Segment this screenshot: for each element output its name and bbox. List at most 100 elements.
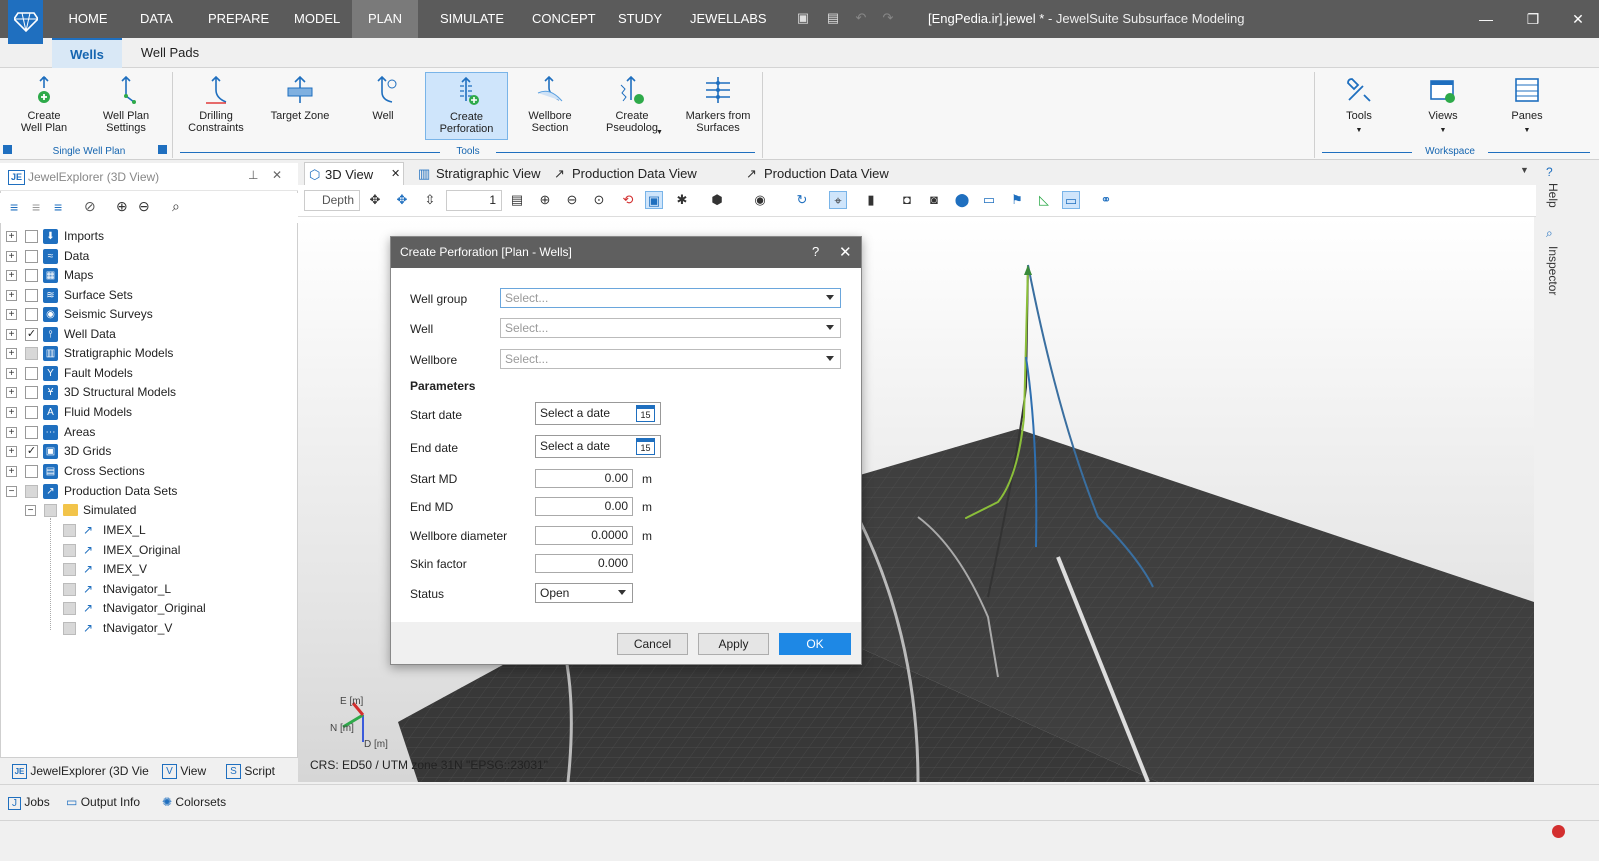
- menu-model[interactable]: MODEL: [284, 0, 344, 38]
- checkbox-partial[interactable]: [63, 602, 76, 615]
- tree-item-dataset[interactable]: ↗ tNavigator_V: [0, 619, 290, 638]
- box-icon[interactable]: ⬢: [708, 191, 726, 209]
- tree-item-3d-grids[interactable]: + ✓ ▣ 3D Grids: [0, 442, 290, 461]
- checkbox-partial[interactable]: [44, 504, 57, 517]
- expand-icon[interactable]: +: [6, 231, 17, 242]
- undo-icon[interactable]: ↶: [853, 10, 869, 26]
- save-all-icon[interactable]: ▤: [825, 10, 841, 26]
- menu-simulate[interactable]: SIMULATE: [430, 0, 510, 38]
- checkbox[interactable]: [25, 289, 38, 302]
- exaggeration-input[interactable]: 1: [446, 190, 502, 211]
- tree-item-surface-sets[interactable]: + ≋ Surface Sets: [0, 286, 290, 305]
- target-zone-button[interactable]: Target Zone: [262, 72, 338, 140]
- reset-view-icon[interactable]: ⟲: [619, 191, 637, 209]
- depth-field[interactable]: Depth: [304, 190, 360, 211]
- expand-icon[interactable]: +: [6, 368, 17, 379]
- views-button[interactable]: Views ▼: [1414, 72, 1472, 140]
- tree-item-dataset[interactable]: ↗ IMEX_Original: [0, 541, 290, 560]
- checkbox[interactable]: [25, 308, 38, 321]
- menu-concept[interactable]: CONCEPT: [522, 0, 596, 38]
- status-select[interactable]: Open: [535, 583, 633, 603]
- checkbox-partial[interactable]: [63, 524, 76, 537]
- zoom-out-icon[interactable]: ⊖: [138, 198, 150, 215]
- help-tab[interactable]: Help: [1546, 183, 1560, 208]
- checkbox-partial[interactable]: [63, 583, 76, 596]
- tree-item-well-data[interactable]: + ✓ ⫯ Well Data: [0, 325, 290, 344]
- footer-tab-script[interactable]: S Script: [226, 763, 275, 781]
- checkbox[interactable]: [25, 367, 38, 380]
- tree-item-areas[interactable]: + ⋯ Areas: [0, 423, 290, 442]
- panes-button[interactable]: Panes ▼: [1498, 72, 1556, 140]
- group-next-icon[interactable]: [158, 145, 167, 154]
- expand-icon[interactable]: +: [6, 387, 17, 398]
- collapse-icon[interactable]: ≡: [32, 199, 40, 215]
- zoom-in-icon[interactable]: ⊕: [116, 198, 128, 215]
- inspector-tab[interactable]: Inspector: [1546, 246, 1560, 295]
- tree-item-cross-sections[interactable]: + ▤ Cross Sections: [0, 462, 290, 481]
- expand-icon[interactable]: +: [6, 466, 17, 477]
- link-icon[interactable]: ⚭: [1097, 191, 1115, 209]
- expand-all-icon[interactable]: ≡: [10, 199, 18, 215]
- menu-study[interactable]: STUDY: [608, 0, 666, 38]
- perspective-icon[interactable]: ▣: [645, 191, 663, 209]
- collapse-icon[interactable]: −: [25, 505, 36, 516]
- menu-data[interactable]: DATA: [130, 0, 182, 38]
- create-perforation-button[interactable]: Create Perforation: [425, 72, 508, 140]
- expand-icon[interactable]: +: [6, 407, 17, 418]
- output-info-tab[interactable]: ▭ Output Info: [66, 795, 140, 809]
- tree-item-seismic-surveys[interactable]: + ◉ Seismic Surveys: [0, 305, 290, 324]
- tools-button[interactable]: Tools ▼: [1330, 72, 1388, 140]
- collapse-icon[interactable]: −: [6, 486, 17, 497]
- save-icon[interactable]: ▣: [795, 10, 811, 26]
- ok-button[interactable]: OK: [779, 633, 851, 655]
- tab-production-tnavigator[interactable]: ↗ Production Data View (tNavigator): [744, 162, 954, 204]
- menu-plan[interactable]: PLAN: [352, 0, 418, 38]
- skin-factor-input[interactable]: 0.000: [535, 554, 633, 573]
- wellbore-section-button[interactable]: Wellbore Section: [516, 72, 584, 140]
- end-md-input[interactable]: 0.00: [535, 497, 633, 516]
- apply-button[interactable]: Apply: [698, 633, 769, 655]
- well-plan-settings-button[interactable]: Well Plan Settings: [90, 72, 162, 140]
- expand-icon[interactable]: +: [6, 270, 17, 281]
- menu-jewellabs[interactable]: JEWELLABS: [680, 0, 770, 38]
- checkbox[interactable]: [25, 465, 38, 478]
- checkbox-checked[interactable]: ✓: [25, 328, 38, 341]
- tab-production-imex[interactable]: ↗ Production Data View (IMEX): [552, 162, 736, 204]
- checkbox[interactable]: [25, 426, 38, 439]
- menu-prepare[interactable]: PREPARE: [198, 0, 269, 38]
- tab-overflow-icon[interactable]: ▼: [1520, 165, 1529, 175]
- checkbox-partial[interactable]: [25, 347, 38, 360]
- tree-item-simulated[interactable]: − Simulated: [0, 501, 290, 520]
- dialog-help-icon[interactable]: ?: [812, 244, 819, 259]
- wellbore-diameter-input[interactable]: 0.0000: [535, 526, 633, 545]
- collapse-all-icon[interactable]: ≡: [54, 199, 62, 215]
- colorsets-tab[interactable]: ✺ Colorsets: [162, 795, 226, 809]
- wellbore-select[interactable]: Select...: [500, 349, 841, 369]
- slices-icon[interactable]: ▮: [862, 191, 880, 209]
- maximize-icon[interactable]: ❐: [1515, 0, 1551, 38]
- start-date-picker[interactable]: Select a date 15: [535, 402, 661, 425]
- checkbox[interactable]: [25, 269, 38, 282]
- close-explorer-icon[interactable]: ✕: [272, 168, 282, 182]
- help-icon[interactable]: ?: [1546, 165, 1553, 179]
- expand-icon[interactable]: +: [6, 290, 17, 301]
- well-group-select[interactable]: Select...: [500, 288, 841, 308]
- location-pin-icon[interactable]: ⬤: [953, 191, 971, 209]
- cancel-button[interactable]: Cancel: [617, 633, 688, 655]
- create-well-plan-button[interactable]: Create Well Plan: [8, 72, 80, 140]
- view-direction-icon[interactable]: ✱: [673, 191, 691, 209]
- jobs-tab[interactable]: J Jobs: [8, 795, 50, 810]
- tab-well-pads[interactable]: Well Pads: [130, 38, 210, 68]
- tab-stratigraphic-view[interactable]: ▥ Stratigraphic View: [416, 162, 544, 185]
- monitor-icon[interactable]: ▭: [1062, 191, 1080, 209]
- vertical-exaggeration-icon[interactable]: ⇳: [421, 191, 439, 209]
- well-button[interactable]: Well: [350, 72, 416, 140]
- minimize-icon[interactable]: —: [1468, 0, 1504, 38]
- zoom-in-icon[interactable]: ⊕: [536, 191, 554, 209]
- hide-icon[interactable]: ⊘: [84, 198, 96, 215]
- checkbox-partial[interactable]: [63, 563, 76, 576]
- chart-icon[interactable]: ◺: [1035, 191, 1053, 209]
- tree-item-dataset[interactable]: ↗ IMEX_V: [0, 560, 290, 579]
- tree-item-production-data-sets[interactable]: − ↗ Production Data Sets: [0, 482, 290, 501]
- checkbox[interactable]: [25, 406, 38, 419]
